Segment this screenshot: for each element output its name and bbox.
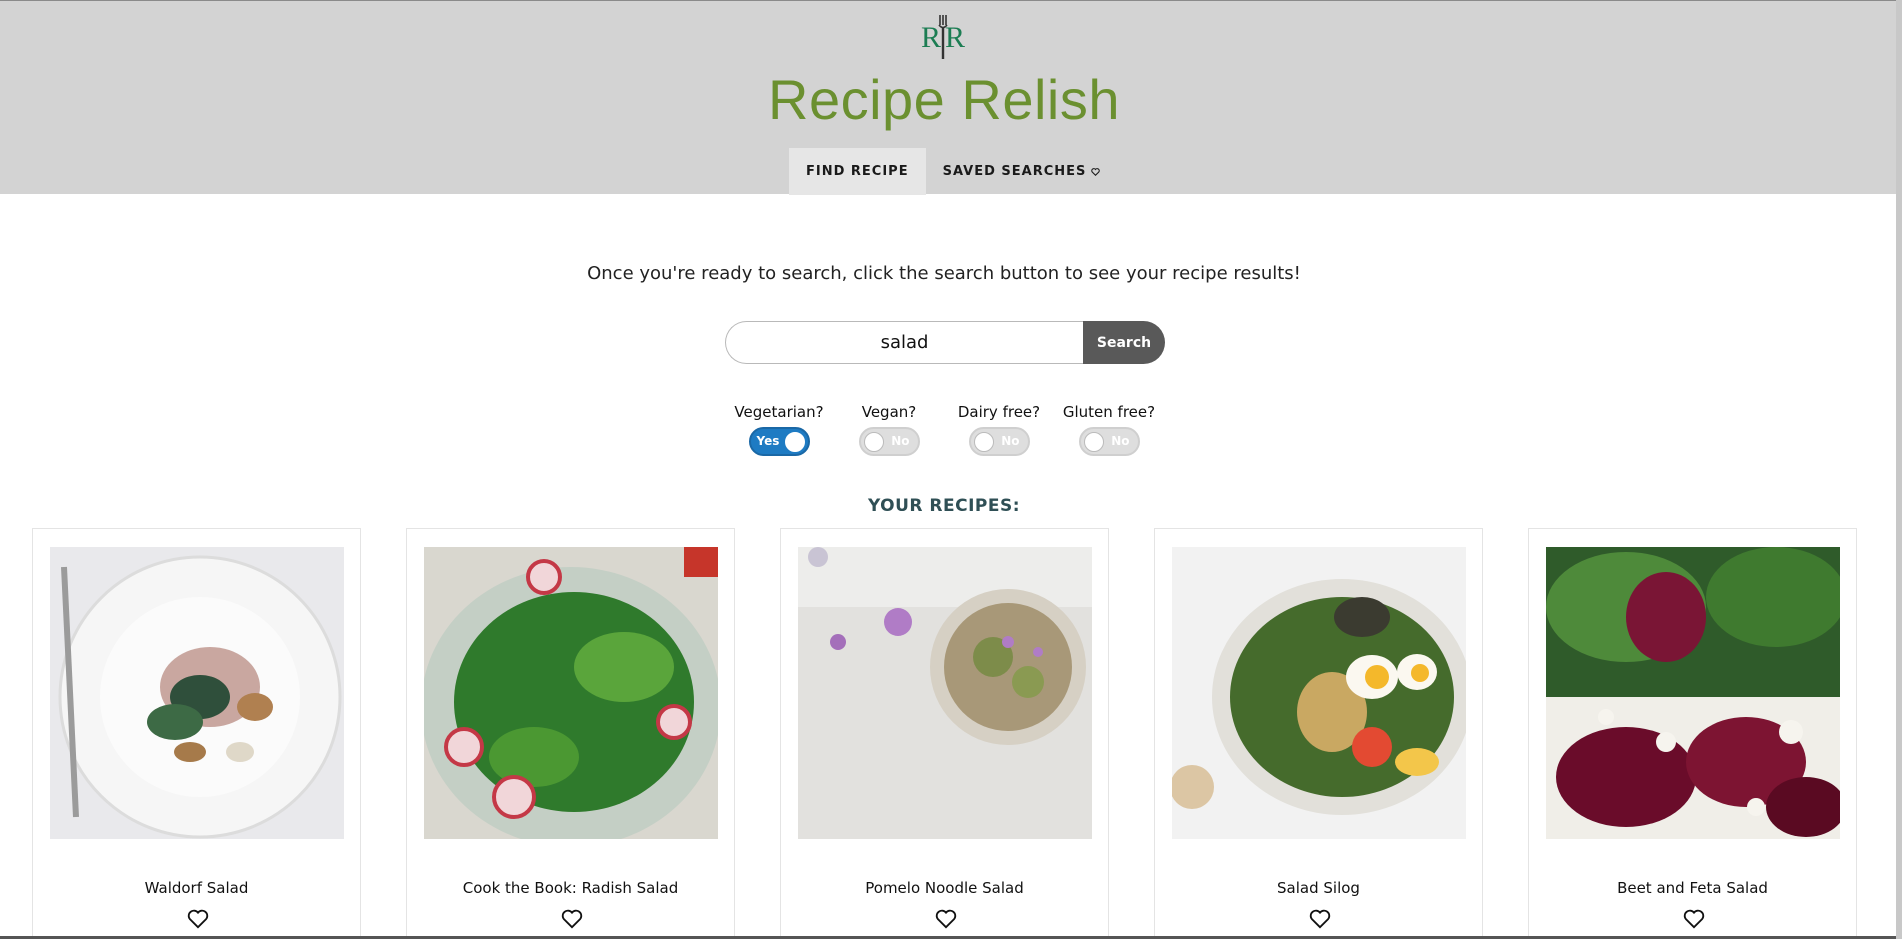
scrollbar-thumb[interactable] — [1896, 0, 1902, 939]
recipe-image-beet-and-feta-salad[interactable] — [1546, 547, 1840, 839]
heart-outline-icon[interactable] — [561, 909, 583, 929]
recipe-image-pomelo-noodle-salad[interactable] — [798, 547, 1092, 839]
toggle-knob — [784, 432, 805, 452]
nav-saved-searches-label: SAVED SEARCHES — [942, 164, 1087, 179]
search-input[interactable] — [725, 321, 1083, 364]
search-bar: Search — [725, 321, 1165, 364]
heart-outline-icon[interactable] — [1309, 909, 1331, 929]
search-instruction: Once you're ready to search, click the s… — [587, 263, 1301, 284]
toggle-state: Yes — [756, 434, 780, 448]
filter-dairy-free-label: Dairy free? — [957, 403, 1041, 421]
recipe-card[interactable]: Cook the Book: Radish Salad — [406, 528, 735, 939]
heart-outline-icon — [1091, 167, 1101, 176]
main-nav: FIND RECIPE SAVED SEARCHES — [789, 148, 1117, 195]
filter-vegetarian: Vegetarian? Yes — [724, 403, 834, 461]
toggle-state: No — [1111, 434, 1130, 448]
heart-outline-icon[interactable] — [187, 909, 209, 929]
toggle-state: No — [891, 434, 910, 448]
filter-vegan: Vegan? No — [834, 403, 944, 461]
filter-gluten-free-label: Gluten free? — [1062, 403, 1156, 421]
toggle-knob — [973, 432, 994, 452]
heart-outline-icon[interactable] — [1683, 909, 1705, 929]
app-title: Recipe Relish — [768, 68, 1120, 131]
toggle-knob — [1083, 432, 1104, 452]
search-button[interactable]: Search — [1083, 321, 1165, 364]
nav-saved-searches[interactable]: SAVED SEARCHES — [926, 148, 1118, 195]
recipe-title[interactable]: Pomelo Noodle Salad — [781, 879, 1108, 897]
recipe-title[interactable]: Cook the Book: Radish Salad — [407, 879, 734, 897]
recipe-card[interactable]: Waldorf Salad — [32, 528, 361, 939]
results-heading: YOUR RECIPES: — [867, 496, 1021, 516]
dairy-free-toggle[interactable]: No — [968, 427, 1030, 456]
nav-find-recipe[interactable]: FIND RECIPE — [789, 148, 926, 195]
filter-vegetarian-label: Vegetarian? — [734, 403, 824, 421]
recipe-card[interactable]: Pomelo Noodle Salad — [780, 528, 1109, 939]
filter-dairy-free: Dairy free? No — [944, 403, 1054, 461]
recipe-image-waldorf-salad[interactable] — [50, 547, 344, 839]
recipe-title[interactable]: Salad Silog — [1155, 879, 1482, 897]
gluten-free-toggle[interactable]: No — [1078, 427, 1140, 456]
filter-gluten-free: Gluten free? No — [1054, 403, 1164, 461]
heart-outline-icon[interactable] — [935, 909, 957, 929]
toggle-knob — [863, 432, 884, 452]
site-header: R R Recipe Relish FIND RECIPE SAVED SEAR… — [0, 0, 1896, 195]
vegan-toggle[interactable]: No — [858, 427, 920, 456]
toggle-state: No — [1001, 434, 1020, 448]
svg-text:R: R — [921, 21, 941, 54]
recipe-relish-logo[interactable]: R R — [919, 13, 969, 61]
nav-find-recipe-label: FIND RECIPE — [806, 164, 909, 179]
recipe-image-salad-silog[interactable] — [1172, 547, 1466, 839]
recipe-title[interactable]: Waldorf Salad — [33, 879, 360, 897]
recipe-title[interactable]: Beet and Feta Salad — [1529, 879, 1856, 897]
recipe-image-radish-salad[interactable] — [424, 547, 718, 839]
recipe-card[interactable]: Salad Silog — [1154, 528, 1483, 939]
filter-vegan-label: Vegan? — [861, 403, 917, 421]
svg-text:R: R — [945, 21, 965, 54]
vegetarian-toggle[interactable]: Yes — [748, 427, 810, 456]
vertical-scrollbar[interactable] — [1896, 0, 1902, 939]
recipe-card[interactable]: Beet and Feta Salad — [1528, 528, 1857, 939]
